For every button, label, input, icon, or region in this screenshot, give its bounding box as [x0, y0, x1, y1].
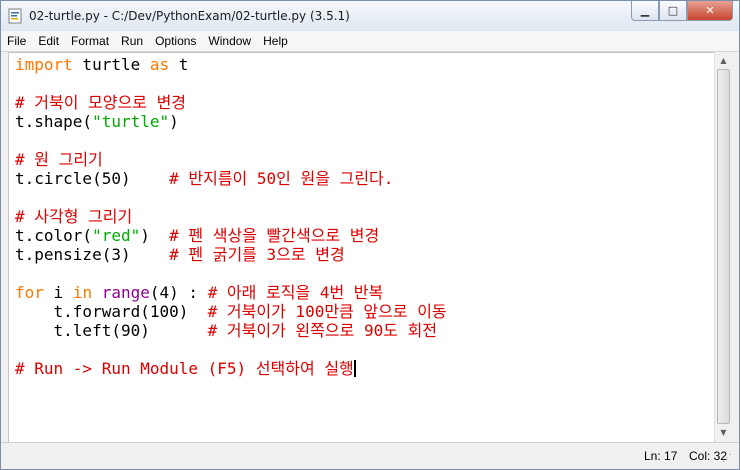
- code-comment: # 아래 로직을 4번 반복: [207, 283, 384, 302]
- code-line-14: t.forward(100) # 거북이가 100만큼 앞으로 이동: [15, 302, 447, 321]
- status-bar: Ln: 17 Col: 32 ⋰: [1, 442, 739, 469]
- code-token: t.forward(100): [15, 302, 208, 321]
- maximize-button[interactable]: □: [659, 1, 687, 21]
- code-token: t.left(90): [15, 321, 208, 340]
- idle-editor-window: 02-turtle.py - C:/Dev/PythonExam/02-turt…: [0, 0, 740, 470]
- alias-name: t: [169, 55, 189, 74]
- code-token: t.circle(50): [15, 169, 170, 188]
- code-line-13: for i in range(4) : # 아래 로직을 4번 반복: [15, 283, 383, 302]
- code-token: t.shape(: [15, 112, 93, 131]
- code-comment: # 원 그리기: [15, 150, 103, 169]
- code-line-17: # Run -> Run Module (F5) 선택하여 실행: [15, 359, 356, 378]
- code-line-15: t.left(90) # 거북이가 왼쪽으로 90도 회전: [15, 321, 437, 340]
- keyword-import: import: [15, 55, 73, 74]
- code-comment: # 반지름이 50인 원을 그린다.: [169, 169, 394, 188]
- code-token: ): [140, 226, 170, 245]
- builtin-range: range: [101, 283, 150, 302]
- menu-window[interactable]: Window: [202, 34, 257, 48]
- code-comment: # 사각형 그리기: [15, 207, 133, 226]
- keyword-as: as: [149, 55, 170, 74]
- scroll-up-arrow-icon[interactable]: ▲: [715, 52, 732, 69]
- code-text[interactable]: import turtle as t # 거북이 모양으로 변경 t.shape…: [15, 55, 447, 378]
- scroll-thumb[interactable]: [717, 69, 730, 424]
- window-controls: ▁ □ ✕: [631, 1, 733, 21]
- code-line-1: import turtle as t: [15, 55, 188, 74]
- code-comment: # 거북이가 100만큼 앞으로 이동: [207, 302, 447, 321]
- code-comment: # 펜 색상을 빨간색으로 변경: [169, 226, 380, 245]
- string-literal: "red": [92, 226, 141, 245]
- close-button[interactable]: ✕: [687, 1, 733, 21]
- code-line-11: t.pensize(3) # 펜 굵기를 3으로 변경: [15, 245, 345, 264]
- menu-file[interactable]: File: [1, 34, 32, 48]
- python-file-icon: [8, 8, 22, 24]
- code-token: t.pensize(3): [15, 245, 170, 264]
- menu-options[interactable]: Options: [149, 34, 202, 48]
- code-token: i: [43, 283, 73, 302]
- menu-help[interactable]: Help: [257, 34, 294, 48]
- scroll-down-arrow-icon[interactable]: ▼: [715, 424, 732, 441]
- code-token: ): [169, 112, 179, 131]
- minimize-button[interactable]: ▁: [631, 1, 659, 21]
- text-cursor: [353, 360, 356, 377]
- code-line-10: t.color("red") # 펜 색상을 빨간색으로 변경: [15, 226, 379, 245]
- menu-edit[interactable]: Edit: [32, 34, 65, 48]
- code-comment: # 거북이 모양으로 변경: [15, 93, 187, 112]
- code-token: t.color(: [15, 226, 93, 245]
- window-title: 02-turtle.py - C:/Dev/PythonExam/02-turt…: [29, 9, 350, 23]
- code-comment: # Run -> Run Module (F5) 선택하여 실행: [15, 359, 354, 378]
- resize-grip-icon[interactable]: ⋰: [722, 453, 736, 467]
- keyword-for: for: [15, 283, 44, 302]
- menu-run[interactable]: Run: [115, 34, 149, 48]
- code-comment: # 펜 굵기를 3으로 변경: [169, 245, 345, 264]
- vertical-scrollbar[interactable]: ▲ ▼: [714, 52, 732, 441]
- module-name: turtle: [72, 55, 150, 74]
- code-token: (4) :: [149, 283, 208, 302]
- menu-bar: File Edit Format Run Options Window Help: [1, 31, 739, 52]
- code-editor[interactable]: import turtle as t # 거북이 모양으로 변경 t.shape…: [8, 52, 715, 443]
- keyword-in: in: [72, 283, 93, 302]
- string-literal: "turtle": [92, 112, 170, 131]
- code-comment: # 거북이가 왼쪽으로 90도 회전: [207, 321, 438, 340]
- menu-format[interactable]: Format: [65, 34, 115, 48]
- code-line-7: t.circle(50) # 반지름이 50인 원을 그린다.: [15, 169, 393, 188]
- title-bar[interactable]: 02-turtle.py - C:/Dev/PythonExam/02-turt…: [1, 1, 739, 31]
- status-line-number: Ln: 17: [644, 449, 678, 463]
- code-line-4: t.shape("turtle"): [15, 112, 179, 131]
